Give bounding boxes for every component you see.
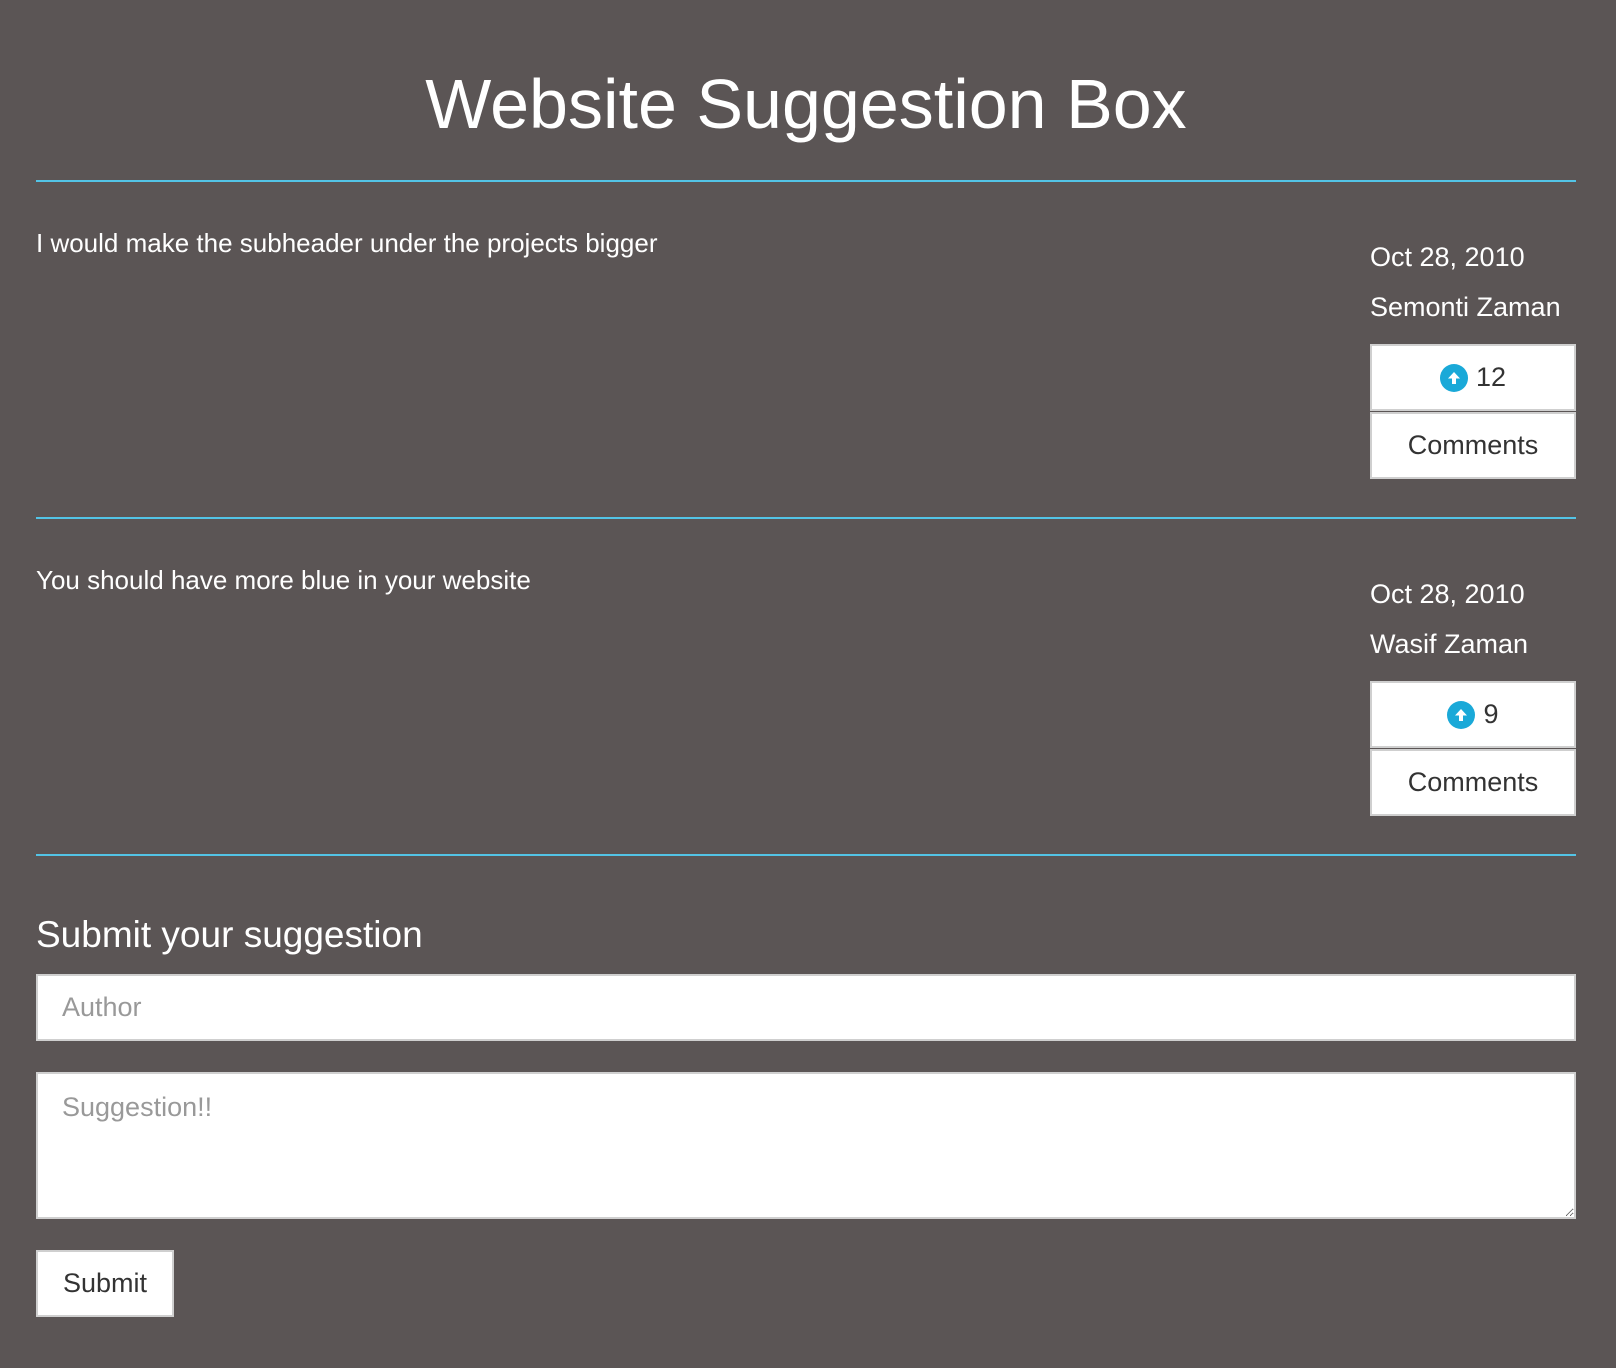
submit-button[interactable]: Submit — [36, 1250, 175, 1317]
suggestion-item: I would make the subheader under the pro… — [36, 182, 1576, 517]
suggestion-text: I would make the subheader under the pro… — [36, 228, 658, 258]
vote-count: 12 — [1475, 362, 1507, 392]
suggestion-form: Submit your suggestion Submit — [36, 856, 1576, 1317]
arrow-up-circle-icon — [1447, 700, 1476, 729]
page-container: Website Suggestion Box I would make the … — [36, 0, 1576, 1317]
suggestion-textarea[interactable] — [36, 1072, 1576, 1219]
suggestion-meta: Oct 28, 2010 Wasif Zaman 9 Comments — [1370, 577, 1576, 816]
page-title: Website Suggestion Box — [425, 65, 1187, 143]
comments-button[interactable]: Comments — [1370, 749, 1576, 816]
vote-count: 9 — [1483, 699, 1499, 729]
suggestion-item: You should have more blue in your websit… — [36, 519, 1576, 854]
form-heading: Submit your suggestion — [36, 914, 423, 955]
upvote-button[interactable]: 12 — [1370, 344, 1576, 411]
suggestion-date: Oct 28, 2010 — [1370, 579, 1525, 609]
suggestion-date: Oct 28, 2010 — [1370, 242, 1525, 272]
suggestion-author: Semonti Zaman — [1370, 292, 1561, 322]
comments-button[interactable]: Comments — [1370, 412, 1576, 479]
upvote-button[interactable]: 9 — [1370, 681, 1576, 748]
suggestion-text: You should have more blue in your websit… — [36, 565, 531, 595]
suggestion-meta: Oct 28, 2010 Semonti Zaman 12 Comments — [1370, 240, 1576, 479]
author-input[interactable] — [36, 974, 1576, 1041]
suggestion-author: Wasif Zaman — [1370, 629, 1529, 659]
arrow-up-circle-icon — [1439, 363, 1468, 392]
